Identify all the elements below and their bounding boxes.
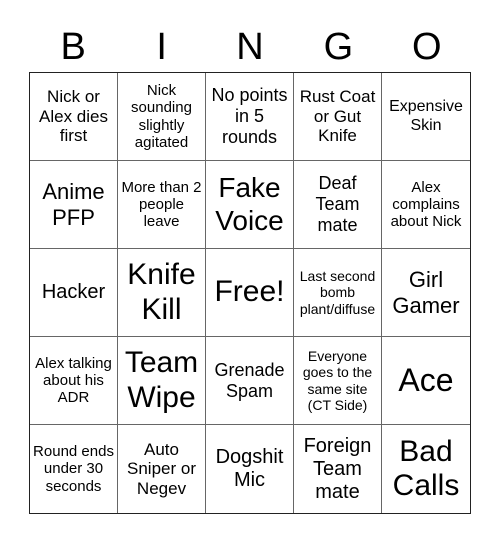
cell-text: Rust Coat or Gut Knife bbox=[299, 87, 376, 146]
bingo-cell[interactable]: Alex talking about his ADR bbox=[30, 337, 118, 425]
bingo-cell[interactable]: Anime PFP bbox=[30, 161, 118, 249]
bingo-cell[interactable]: Foreign Team mate bbox=[294, 425, 382, 513]
bingo-cell[interactable]: Nick or Alex dies first bbox=[30, 73, 118, 161]
bingo-cell[interactable]: Last second bomb plant/diffuse bbox=[294, 249, 382, 337]
header-letter-g: G bbox=[323, 26, 354, 68]
cell-text: Nick or Alex dies first bbox=[39, 87, 108, 146]
bingo-cell[interactable]: Auto Sniper or Negev bbox=[118, 425, 206, 513]
cell-text: Team Wipe bbox=[124, 346, 199, 414]
cell-text: Grenade Spam bbox=[214, 359, 285, 401]
cell-text: Alex talking about his ADR bbox=[35, 354, 112, 407]
cell-text: Everyone goes to the same site (CT Side) bbox=[302, 348, 373, 413]
cell-text: Auto Sniper or Negev bbox=[127, 439, 196, 498]
free-space-cell[interactable]: Free! bbox=[206, 249, 294, 337]
cell-text: Knife Kill bbox=[127, 258, 196, 326]
bingo-cell[interactable]: Everyone goes to the same site (CT Side) bbox=[294, 337, 382, 425]
bingo-header: B I N G O bbox=[29, 22, 471, 72]
bingo-cell[interactable]: Alex complains about Nick bbox=[382, 161, 470, 249]
cell-text: Dogshit Mic bbox=[215, 446, 284, 491]
bingo-cell[interactable]: Dogshit Mic bbox=[206, 425, 294, 513]
cell-text: Fake Voice bbox=[215, 172, 284, 236]
cell-text: No points in 5 rounds bbox=[211, 85, 288, 147]
cell-text: Girl Gamer bbox=[392, 267, 460, 318]
bingo-cell[interactable]: Nick sounding slightly agitated bbox=[118, 73, 206, 161]
bingo-cell[interactable]: Rust Coat or Gut Knife bbox=[294, 73, 382, 161]
bingo-card-grid: Nick or Alex dies first Nick sounding sl… bbox=[29, 72, 471, 514]
header-letter-n: N bbox=[236, 26, 264, 68]
cell-text: Hacker bbox=[41, 281, 106, 303]
cell-text: Bad Calls bbox=[392, 434, 460, 503]
cell-text: Nick sounding slightly agitated bbox=[131, 82, 192, 151]
bingo-cell[interactable]: Expensive Skin bbox=[382, 73, 470, 161]
bingo-cell[interactable]: Bad Calls bbox=[382, 425, 470, 513]
bingo-cell[interactable]: Deaf Team mate bbox=[294, 161, 382, 249]
bingo-cell[interactable]: Knife Kill bbox=[118, 249, 206, 337]
bingo-cell[interactable]: Hacker bbox=[30, 249, 118, 337]
header-letter-i: I bbox=[156, 26, 167, 68]
bingo-cell[interactable]: Team Wipe bbox=[118, 337, 206, 425]
free-space-text: Free! bbox=[214, 275, 285, 309]
bingo-cell[interactable]: Fake Voice bbox=[206, 161, 294, 249]
cell-text: More than 2 people leave bbox=[121, 178, 202, 231]
bingo-cell[interactable]: More than 2 people leave bbox=[118, 161, 206, 249]
bingo-cell[interactable]: Girl Gamer bbox=[382, 249, 470, 337]
cell-text: Alex complains about Nick bbox=[390, 178, 462, 231]
bingo-cell[interactable]: Round ends under 30 seconds bbox=[30, 425, 118, 513]
cell-text: Ace bbox=[398, 362, 454, 399]
cell-text: Round ends under 30 seconds bbox=[33, 443, 114, 495]
bingo-cell[interactable]: Grenade Spam bbox=[206, 337, 294, 425]
cell-text: Deaf Team mate bbox=[315, 173, 360, 235]
cell-text: Expensive Skin bbox=[389, 98, 463, 134]
cell-text: Anime PFP bbox=[42, 179, 105, 230]
cell-text: Last second bomb plant/diffuse bbox=[299, 268, 376, 317]
bingo-cell[interactable]: Ace bbox=[382, 337, 470, 425]
header-letter-b: B bbox=[60, 26, 86, 68]
bingo-cell[interactable]: No points in 5 rounds bbox=[206, 73, 294, 161]
header-letter-o: O bbox=[412, 26, 442, 68]
cell-text: Foreign Team mate bbox=[303, 434, 372, 503]
